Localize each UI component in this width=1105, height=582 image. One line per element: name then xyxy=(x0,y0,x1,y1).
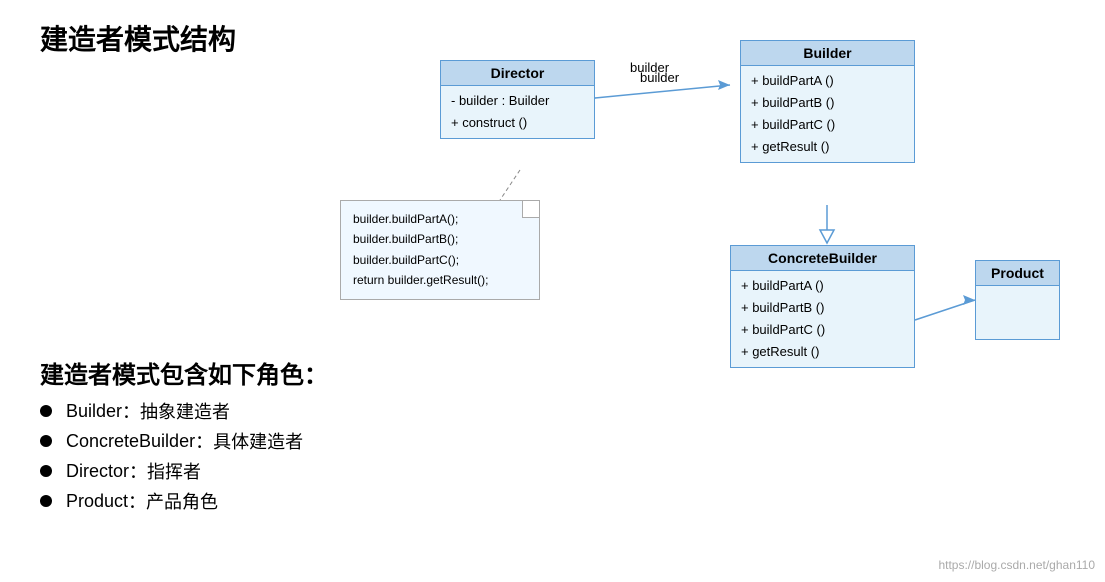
product-class-box: Product xyxy=(975,260,1060,340)
note-line-4: return builder.getResult(); xyxy=(353,270,527,290)
page-title: 建造者模式结构 xyxy=(40,18,236,58)
bullet-term-concrete: ConcreteBuilder xyxy=(66,431,195,452)
association-label: builder xyxy=(630,60,669,75)
note-line-2: builder.buildPartB(); xyxy=(353,229,527,249)
product-class-body xyxy=(976,286,1059,294)
bottom-title: 建造者模式包含如下角色： xyxy=(40,355,328,390)
bullet-desc-concrete: ：具体建造者 xyxy=(195,428,303,454)
bullet-list: Builder：抽象建造者 ConcreteBuilder：具体建造者 Dire… xyxy=(40,398,328,514)
bullet-dot-director xyxy=(40,465,52,477)
bullet-item-director: Director：指挥者 xyxy=(40,458,328,484)
bullet-desc-director: ：指挥者 xyxy=(129,458,201,484)
director-class-name: Director xyxy=(441,61,594,86)
note-line-3: builder.buildPartC(); xyxy=(353,250,527,270)
bullet-term-product: Product xyxy=(66,491,128,512)
bullet-dot-builder xyxy=(40,405,52,417)
bullet-desc-product: ：产品角色 xyxy=(128,488,218,514)
builder-method-3: + buildPartC () xyxy=(751,114,904,136)
builder-class-box: Builder + buildPartA () + buildPartB () … xyxy=(740,40,915,163)
concrete-method-2: + buildPartB () xyxy=(741,297,904,319)
bullet-item-builder: Builder：抽象建造者 xyxy=(40,398,328,424)
page: 建造者模式结构 builder xyxy=(0,0,1105,582)
builder-method-2: + buildPartB () xyxy=(751,92,904,114)
concrete-method-3: + buildPartC () xyxy=(741,319,904,341)
bottom-section: 建造者模式包含如下角色： Builder：抽象建造者 ConcreteBuild… xyxy=(40,355,328,518)
concrete-builder-class-body: + buildPartA () + buildPartB () + buildP… xyxy=(731,271,914,367)
director-class-body: - builder : Builder + construct () xyxy=(441,86,594,138)
bullet-term-builder: Builder xyxy=(66,401,122,422)
uml-diagram: builder Director - builder : Builder + c… xyxy=(340,30,1070,420)
director-method: + construct () xyxy=(451,112,584,134)
bullet-desc-builder: ：抽象建造者 xyxy=(122,398,230,424)
bullet-item-product: Product：产品角色 xyxy=(40,488,328,514)
builder-method-4: + getResult () xyxy=(751,136,904,158)
director-attribute: - builder : Builder xyxy=(451,90,584,112)
bullet-term-director: Director xyxy=(66,461,129,482)
concrete-builder-class-box: ConcreteBuilder + buildPartA () + buildP… xyxy=(730,245,915,368)
note-line-1: builder.buildPartA(); xyxy=(353,209,527,229)
bullet-item-concrete: ConcreteBuilder：具体建造者 xyxy=(40,428,328,454)
bullet-dot-product xyxy=(40,495,52,507)
bullet-dot-concrete xyxy=(40,435,52,447)
director-class-box: Director - builder : Builder + construct… xyxy=(440,60,595,139)
product-class-name: Product xyxy=(976,261,1059,286)
concrete-method-4: + getResult () xyxy=(741,341,904,363)
watermark: https://blog.csdn.net/ghan110 xyxy=(938,558,1095,572)
builder-class-body: + buildPartA () + buildPartB () + buildP… xyxy=(741,66,914,162)
builder-class-name: Builder xyxy=(741,41,914,66)
concrete-method-1: + buildPartA () xyxy=(741,275,904,297)
note-box: builder.buildPartA(); builder.buildPartB… xyxy=(340,200,540,300)
concrete-builder-class-name: ConcreteBuilder xyxy=(731,246,914,271)
builder-method-1: + buildPartA () xyxy=(751,70,904,92)
